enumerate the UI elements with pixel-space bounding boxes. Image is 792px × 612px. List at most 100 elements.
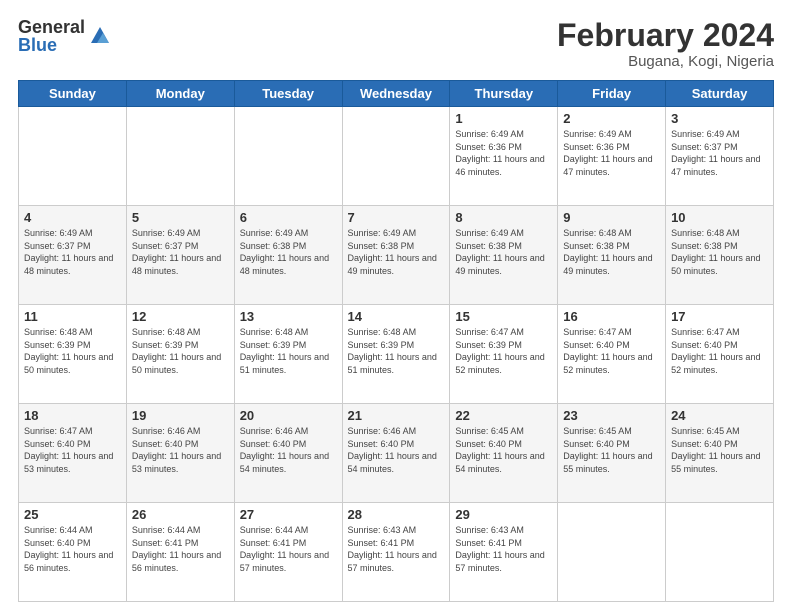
day-info: Sunrise: 6:43 AM Sunset: 6:41 PM Dayligh… [455,524,552,574]
day-info: Sunrise: 6:48 AM Sunset: 6:39 PM Dayligh… [240,326,337,376]
logo-general: General [18,18,85,36]
logo-icon [89,23,111,45]
calendar-cell: 13 Sunrise: 6:48 AM Sunset: 6:39 PM Dayli… [234,305,342,404]
calendar-cell: 11Sunrise: 6:48 AM Sunset: 6:39 PM Dayli… [19,305,127,404]
day-info: Sunrise: 6:48 AM Sunset: 6:38 PM Dayligh… [671,227,768,277]
day-info: Sunrise: 6:49 AM Sunset: 6:38 PM Dayligh… [348,227,445,277]
calendar-cell: 29 Sunrise: 6:43 AM Sunset: 6:41 PM Dayli… [450,503,558,602]
page: General Blue February 2024 Bugana, Kogi,… [0,0,792,612]
calendar-table: SundayMondayTuesdayWednesdayThursdayFrid… [18,80,774,602]
day-info: Sunrise: 6:47 AM Sunset: 6:40 PM Dayligh… [563,326,660,376]
day-info: Sunrise: 6:47 AM Sunset: 6:40 PM Dayligh… [671,326,768,376]
calendar-cell [19,107,127,206]
calendar-cell: 23 Sunrise: 6:45 AM Sunset: 6:40 PM Dayli… [558,404,666,503]
day-info: Sunrise: 6:47 AM Sunset: 6:39 PM Dayligh… [455,326,552,376]
day-info: Sunrise: 6:49 AM Sunset: 6:38 PM Dayligh… [455,227,552,277]
day-number: 24 [671,408,768,423]
day-info: Sunrise: 6:47 AM Sunset: 6:40 PM Dayligh… [24,425,121,475]
day-info: Sunrise: 6:49 AM Sunset: 6:37 PM Dayligh… [671,128,768,178]
header-cell-wednesday: Wednesday [342,81,450,107]
calendar-cell: 8 Sunrise: 6:49 AM Sunset: 6:38 PM Daylig… [450,206,558,305]
calendar: SundayMondayTuesdayWednesdayThursdayFrid… [18,80,774,602]
day-number: 8 [455,210,552,225]
day-info: Sunrise: 6:45 AM Sunset: 6:40 PM Dayligh… [563,425,660,475]
day-number: 9 [563,210,660,225]
day-number: 21 [348,408,445,423]
day-info: Sunrise: 6:44 AM Sunset: 6:41 PM Dayligh… [240,524,337,574]
day-info: Sunrise: 6:46 AM Sunset: 6:40 PM Dayligh… [348,425,445,475]
day-number: 29 [455,507,552,522]
day-info: Sunrise: 6:46 AM Sunset: 6:40 PM Dayligh… [132,425,229,475]
day-number: 4 [24,210,121,225]
calendar-cell [234,107,342,206]
day-info: Sunrise: 6:44 AM Sunset: 6:41 PM Dayligh… [132,524,229,574]
day-number: 2 [563,111,660,126]
day-info: Sunrise: 6:48 AM Sunset: 6:39 PM Dayligh… [24,326,121,376]
day-number: 13 [240,309,337,324]
header-cell-tuesday: Tuesday [234,81,342,107]
calendar-cell: 26Sunrise: 6:44 AM Sunset: 6:41 PM Dayli… [126,503,234,602]
calendar-cell [666,503,774,602]
week-row: 25 Sunrise: 6:44 AM Sunset: 6:40 PM Dayli… [19,503,774,602]
calendar-cell: 4 Sunrise: 6:49 AM Sunset: 6:37 PM Daylig… [19,206,127,305]
calendar-cell: 21 Sunrise: 6:46 AM Sunset: 6:40 PM Dayli… [342,404,450,503]
header-cell-saturday: Saturday [666,81,774,107]
day-number: 10 [671,210,768,225]
calendar-cell: 3 Sunrise: 6:49 AM Sunset: 6:37 PM Daylig… [666,107,774,206]
logo-text: General Blue [18,18,85,54]
week-row: 18 Sunrise: 6:47 AM Sunset: 6:40 PM Dayli… [19,404,774,503]
day-number: 19 [132,408,229,423]
day-number: 16 [563,309,660,324]
calendar-cell: 19 Sunrise: 6:46 AM Sunset: 6:40 PM Dayli… [126,404,234,503]
day-info: Sunrise: 6:49 AM Sunset: 6:38 PM Dayligh… [240,227,337,277]
day-number: 23 [563,408,660,423]
day-number: 18 [24,408,121,423]
header-row: SundayMondayTuesdayWednesdayThursdayFrid… [19,81,774,107]
calendar-cell: 2 Sunrise: 6:49 AM Sunset: 6:36 PM Daylig… [558,107,666,206]
header-cell-friday: Friday [558,81,666,107]
day-number: 25 [24,507,121,522]
header-cell-thursday: Thursday [450,81,558,107]
day-number: 6 [240,210,337,225]
day-number: 22 [455,408,552,423]
day-info: Sunrise: 6:44 AM Sunset: 6:40 PM Dayligh… [24,524,121,574]
day-info: Sunrise: 6:48 AM Sunset: 6:38 PM Dayligh… [563,227,660,277]
day-info: Sunrise: 6:49 AM Sunset: 6:36 PM Dayligh… [455,128,552,178]
logo: General Blue [18,18,111,54]
day-info: Sunrise: 6:45 AM Sunset: 6:40 PM Dayligh… [671,425,768,475]
day-number: 1 [455,111,552,126]
calendar-cell: 12 Sunrise: 6:48 AM Sunset: 6:39 PM Dayli… [126,305,234,404]
calendar-cell: 14 Sunrise: 6:48 AM Sunset: 6:39 PM Dayli… [342,305,450,404]
day-info: Sunrise: 6:49 AM Sunset: 6:36 PM Dayligh… [563,128,660,178]
day-number: 28 [348,507,445,522]
calendar-cell: 20Sunrise: 6:46 AM Sunset: 6:40 PM Dayli… [234,404,342,503]
header: General Blue February 2024 Bugana, Kogi,… [18,18,774,70]
day-number: 12 [132,309,229,324]
day-number: 14 [348,309,445,324]
calendar-body: 1 Sunrise: 6:49 AM Sunset: 6:36 PM Daylig… [19,107,774,602]
calendar-subtitle: Bugana, Kogi, Nigeria [557,53,774,70]
day-number: 27 [240,507,337,522]
day-info: Sunrise: 6:46 AM Sunset: 6:40 PM Dayligh… [240,425,337,475]
day-number: 15 [455,309,552,324]
day-info: Sunrise: 6:45 AM Sunset: 6:40 PM Dayligh… [455,425,552,475]
calendar-cell [558,503,666,602]
calendar-cell: 17Sunrise: 6:47 AM Sunset: 6:40 PM Dayli… [666,305,774,404]
header-cell-sunday: Sunday [19,81,127,107]
day-number: 3 [671,111,768,126]
calendar-cell: 7 Sunrise: 6:49 AM Sunset: 6:38 PM Daylig… [342,206,450,305]
week-row: 4 Sunrise: 6:49 AM Sunset: 6:37 PM Daylig… [19,206,774,305]
calendar-cell: 27 Sunrise: 6:44 AM Sunset: 6:41 PM Dayli… [234,503,342,602]
calendar-cell: 18 Sunrise: 6:47 AM Sunset: 6:40 PM Dayli… [19,404,127,503]
calendar-cell: 15 Sunrise: 6:47 AM Sunset: 6:39 PM Dayli… [450,305,558,404]
calendar-cell: 9 Sunrise: 6:48 AM Sunset: 6:38 PM Daylig… [558,206,666,305]
day-info: Sunrise: 6:49 AM Sunset: 6:37 PM Dayligh… [24,227,121,277]
calendar-cell: 5Sunrise: 6:49 AM Sunset: 6:37 PM Daylig… [126,206,234,305]
day-info: Sunrise: 6:48 AM Sunset: 6:39 PM Dayligh… [348,326,445,376]
day-info: Sunrise: 6:48 AM Sunset: 6:39 PM Dayligh… [132,326,229,376]
day-number: 7 [348,210,445,225]
day-info: Sunrise: 6:49 AM Sunset: 6:37 PM Dayligh… [132,227,229,277]
calendar-title: February 2024 [557,18,774,53]
calendar-cell: 6 Sunrise: 6:49 AM Sunset: 6:38 PM Daylig… [234,206,342,305]
calendar-cell: 1 Sunrise: 6:49 AM Sunset: 6:36 PM Daylig… [450,107,558,206]
